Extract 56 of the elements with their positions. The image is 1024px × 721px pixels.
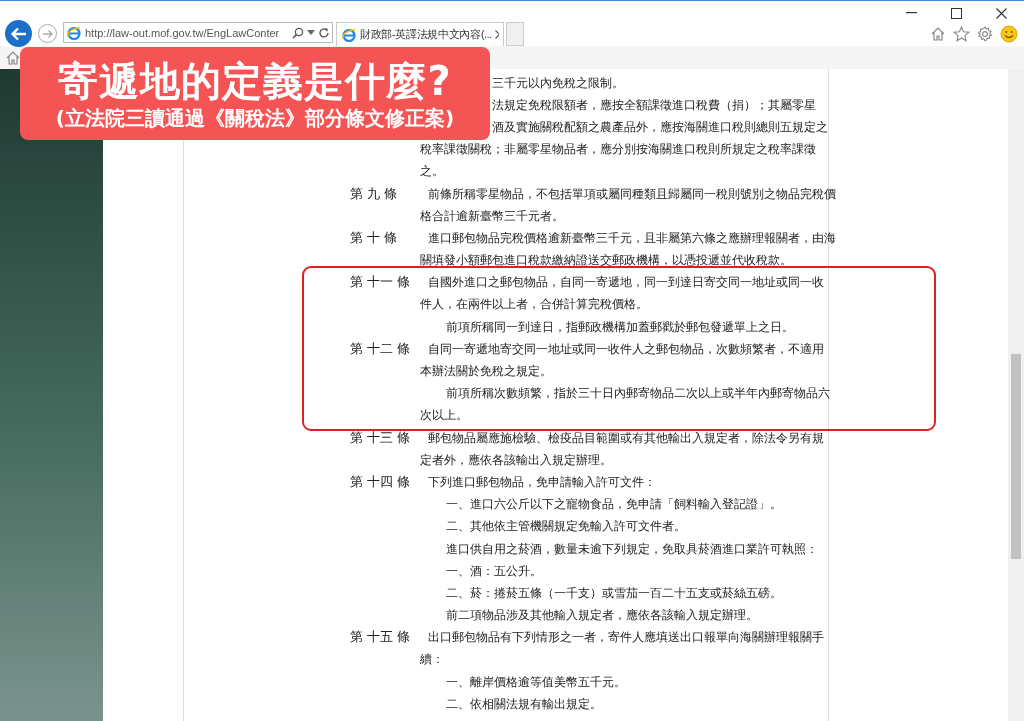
paragraph-line: 稅率課徵關稅；非屬零星物品者，應分別按海關進口稅則所規定之稅率課徵 [420,142,816,158]
address-bar[interactable]: http://law-out.mof.gov.tw/EngLawConter [63,22,333,43]
paragraph-line: 三千元以內免稅之限制。 [492,75,624,91]
paragraph-line: 前二項物品涉及其他輸入規定者，應依各該輸入規定辦理。 [446,608,758,624]
article-number: 第 十一 條 [350,274,411,292]
paragraph-line: 關填發小額郵包進口稅款繳納證送交郵政機構，以憑投遞並代收稅款。 [420,253,792,269]
paragraph-line: 自同一寄遞地寄交同一地址或同一收件人之郵包物品，次數頻繁者，不適用 [428,341,824,357]
article-number: 第 十五 條 [350,629,411,647]
back-button[interactable] [5,20,32,47]
paragraph-line: 定者外，應依各該輸出入規定辦理。 [420,452,612,468]
paragraph-line: 一、離岸價格逾等值美幣五千元。 [446,674,626,690]
paragraph-line: 進口郵包物品完稅價格逾新臺幣三千元，且非屬第六條之應辦理報關者，由海 [428,230,836,246]
star-icon[interactable] [953,26,970,42]
refresh-icon[interactable] [318,26,330,39]
paragraph-line: 二、其他依主管機關規定免輸入許可文件者。 [446,519,686,535]
paragraph-line: 一、進口六公斤以下之寵物食品，免申請「飼料輸入登記證」。 [446,497,782,513]
paragraph-line: 續： [420,652,444,668]
article-number: 第 十三 條 [350,429,411,447]
article-number: 第 九 條 [350,185,398,203]
paragraph-line: 本辦法關於免稅之規定。 [420,364,552,380]
paragraph-line: 格合計逾新臺幣三千元者。 [420,208,564,224]
url-text: http://law-out.mof.gov.tw/EngLawConter [85,26,281,39]
article-number: 第 十 條 [350,229,398,247]
back-arrow-icon [10,26,27,41]
article-number: 第 十二 條 [350,340,411,358]
home-icon[interactable] [930,26,946,42]
paragraph-line: 酒及實施關稅配額之農產品外，應按海關進口稅則總則五規定之 [492,119,828,135]
dropdown-caret-icon[interactable] [307,30,315,35]
paragraph-line: 之。 [420,164,444,180]
paragraph-line: 前條所稱零星物品，不包括單項或屬同種類且歸屬同一稅則號別之物品完稅價 [428,186,836,202]
scrollbar-thumb[interactable] [1011,354,1021,559]
browser-logo-icon [66,24,82,41]
paragraph-line: 二、依相關法規有輸出規定。 [446,696,602,712]
paragraph-line: 出口郵包物品有下列情形之一者，寄件人應填送出口報單向海關辦理報關手 [428,630,824,646]
paragraph-line: 自國外進口之郵包物品，自同一寄遞地，同一到達日寄交同一地址或同一收 [428,275,824,291]
paragraph-line: 一、酒：五公升。 [446,563,542,579]
paragraph-line: 前項所稱同一到達日，指郵政機構加蓋郵戳於郵包發遞單上之日。 [446,319,794,335]
paragraph-line: 前項所稱次數頻繁，指於三十日內郵寄物品二次以上或半年內郵寄物品六 [446,386,830,402]
paragraph-line: 二、菸：捲菸五條（一千支）或雪茄一百二十五支或菸絲五磅。 [446,585,782,601]
paragraph-line: 郵包物品屬應施檢驗、檢疫品目範圍或有其他輸出入規定者，除法令另有規 [428,430,824,446]
browser-tab[interactable]: 財政部-英譯法規中文內容(... [336,22,504,46]
banner-title: 寄遞地的定義是什麼? [58,56,452,105]
article-number: 第 十四 條 [350,473,411,491]
paragraph-line: 下列進口郵包物品，免申請輸入許可文件： [428,474,656,490]
forward-button[interactable] [38,24,57,43]
settings-icon[interactable] [977,26,993,42]
paragraph-line: 次以上。 [420,408,468,424]
paragraph-line: 件人，在兩件以上者，合併計算完稅價格。 [420,297,648,313]
smiley-icon[interactable] [1000,25,1018,43]
browser-logo-icon [341,26,357,43]
paragraph-line: 法規定免稅限額者，應按全額課徵進口稅費（捐）；其屬零星 [492,97,816,113]
forward-arrow-icon [41,28,54,39]
home-icon[interactable] [5,50,21,66]
paragraph-line: 進口供自用之菸酒，數量未逾下列規定，免取具菸酒進口業許可執照： [446,541,818,557]
search-icon[interactable] [292,26,304,39]
banner-subtitle: (立法院三讀通過《關稅法》部分條文修正案) [55,104,455,131]
